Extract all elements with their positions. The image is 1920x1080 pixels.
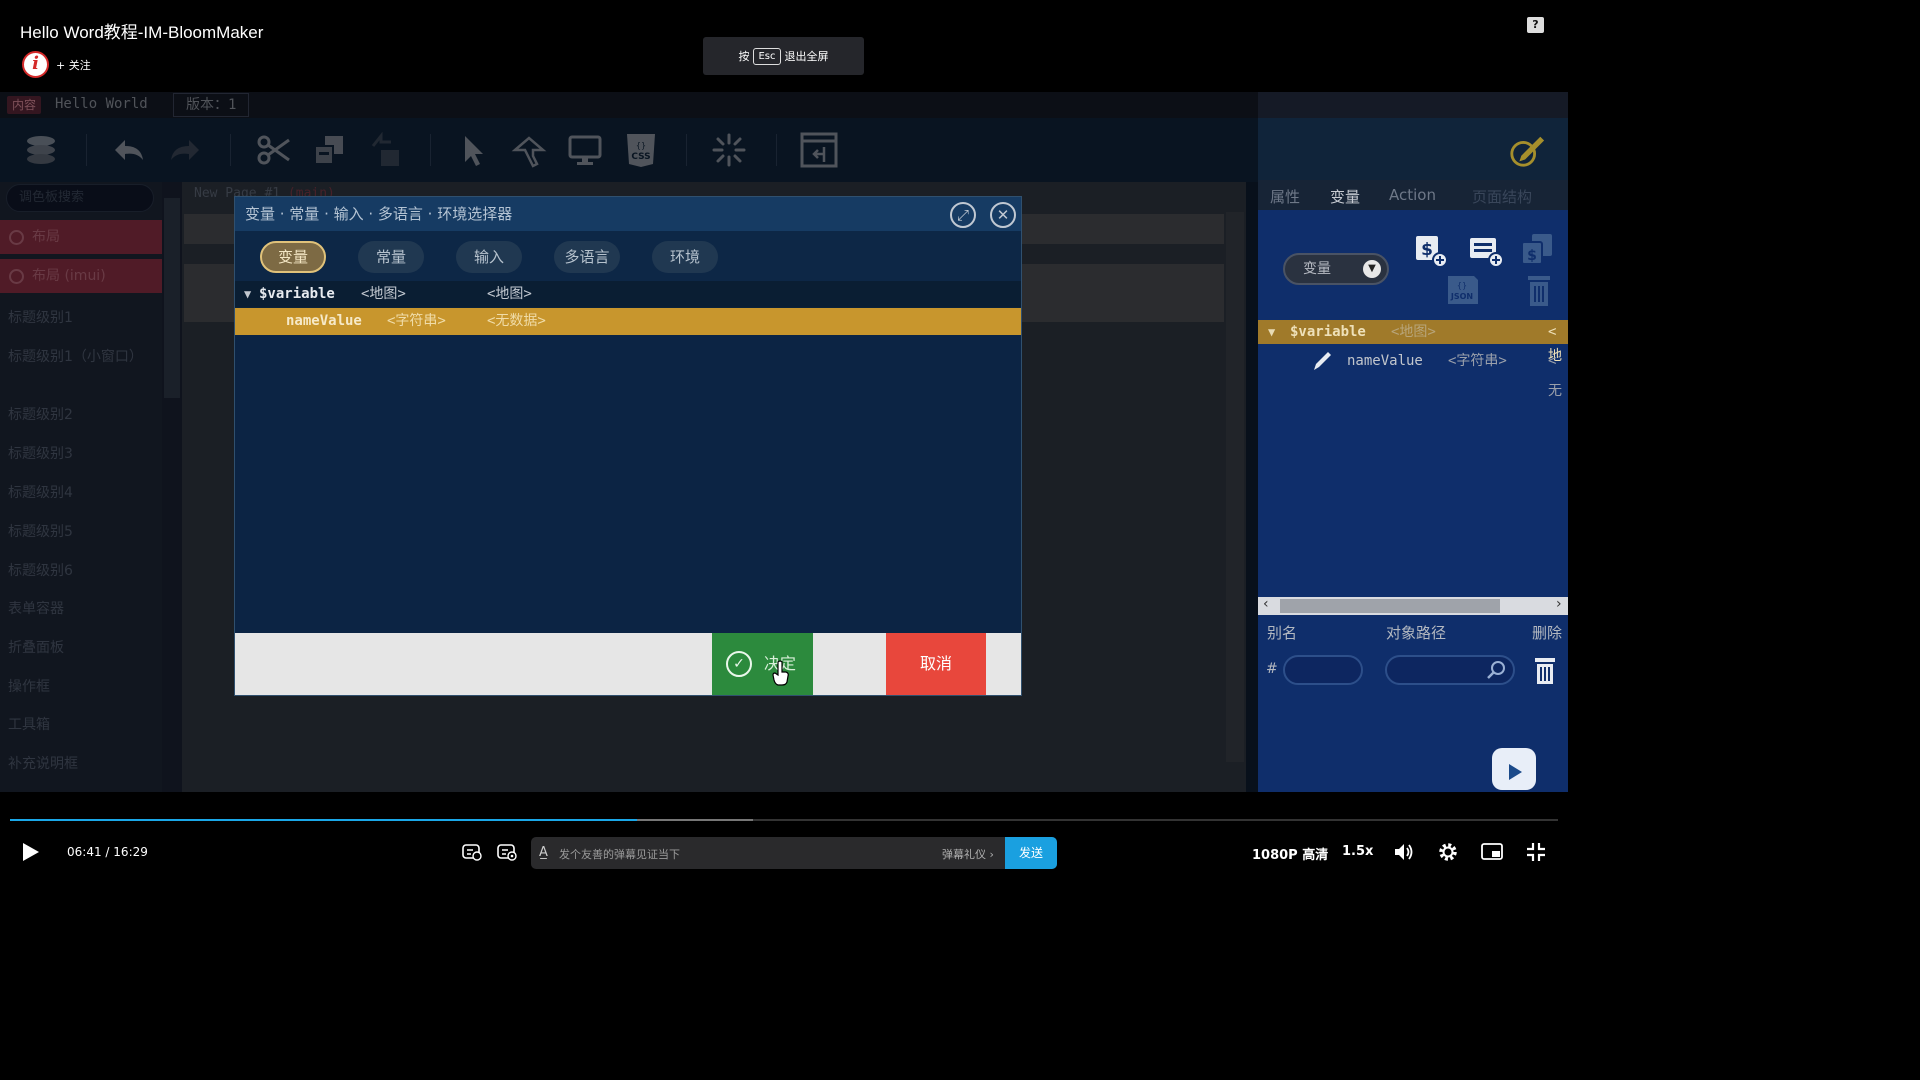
follow-button[interactable]: + 关注 (56, 57, 91, 73)
tab-input[interactable]: 输入 (456, 241, 522, 273)
esc-key: Esc (753, 47, 781, 65)
uploader-avatar[interactable]: i (22, 51, 49, 78)
delete-row-icon[interactable] (1532, 656, 1558, 686)
object-path-input[interactable] (1385, 655, 1515, 685)
tab-variables[interactable]: 变量 (1330, 186, 1360, 207)
dialog-title: 变量 · 常量 · 输入 · 多语言 · 环境选择器 ⤢ ✕ (235, 197, 1021, 231)
settings-gear-icon[interactable] (1437, 841, 1459, 863)
variable-tree-child[interactable]: nameValue <字符串> <无 (1258, 346, 1568, 399)
tab-constants[interactable]: 常量 (358, 241, 424, 273)
current-time: 06:41 (67, 845, 102, 859)
close-icon[interactable]: ✕ (990, 202, 1016, 228)
trash-icon[interactable] (1524, 274, 1558, 308)
tree-empty-area (235, 335, 1021, 633)
video-title: Hello Word教程-IM-BloomMaker (20, 23, 264, 42)
chevron-left-icon[interactable]: ‹ (1263, 596, 1269, 612)
search-icon[interactable] (1485, 659, 1505, 679)
danmaku-placeholder: 发个友善的弹幕见证当下 (559, 848, 680, 861)
volume-icon[interactable] (1393, 841, 1415, 863)
add-object-icon[interactable] (1468, 234, 1504, 268)
total-time: 16:29 (113, 845, 148, 859)
help-icon[interactable]: ? (1527, 17, 1544, 33)
svg-text:$: $ (1421, 240, 1433, 260)
tab-environment[interactable]: 环境 (652, 241, 718, 273)
play-icon[interactable] (22, 842, 40, 862)
triangle-down-icon: ▼ (244, 287, 252, 301)
chevron-right-icon[interactable]: › (1556, 596, 1562, 612)
tree-row[interactable]: ▼ $variable <地图> <地图> (235, 281, 1021, 307)
fullscreen-hint: 按 Esc 退出全屏 (703, 37, 864, 75)
screen: Hello Word教程-IM-BloomMaker i + 关注 内容 Hel… (0, 0, 1568, 882)
expand-icon[interactable]: ⤢ (950, 202, 976, 228)
variable-type-select[interactable]: 变量 ▼ (1283, 253, 1389, 285)
tree-row-selected[interactable]: nameValue <字符串> <无数据> (235, 308, 1021, 335)
panel-hscroll-thumb[interactable] (1280, 599, 1500, 613)
cancel-button[interactable]: 取消 (886, 633, 986, 695)
svg-text:$: $ (1527, 248, 1537, 264)
speed-selector[interactable]: 1.5x (1342, 844, 1373, 859)
pip-icon[interactable] (1481, 841, 1503, 863)
tab-page-structure[interactable]: 页面结构 (1472, 186, 1532, 207)
bilibili-tv-icon[interactable] (1492, 748, 1536, 790)
danmaku-etiquette-link[interactable]: 弹幕礼仪 › (942, 846, 994, 862)
hand-cursor-icon (772, 660, 790, 686)
triangle-down-icon: ▼ (1268, 325, 1276, 339)
hash-label: # (1266, 661, 1278, 677)
duplicate-variable-icon[interactable]: $ (1520, 232, 1554, 266)
danmaku-toggle-icon[interactable] (462, 843, 482, 861)
tab-action[interactable]: Action (1389, 186, 1436, 204)
time-display: 06:41 / 16:29 (67, 845, 148, 859)
progress-played (10, 819, 637, 821)
tab-variables[interactable]: 变量 (260, 241, 326, 273)
check-icon: ✓ (726, 651, 752, 677)
tab-properties[interactable]: 属性 (1270, 186, 1300, 207)
pen-icon[interactable] (1508, 132, 1546, 168)
alias-input[interactable] (1283, 655, 1363, 685)
exit-fullscreen-icon[interactable] (1525, 841, 1547, 863)
add-variable-icon[interactable]: $ (1414, 234, 1448, 268)
chevron-down-icon: ▼ (1363, 260, 1381, 278)
selector-dialog: 变量 · 常量 · 输入 · 多语言 · 环境选择器 ⤢ ✕ 变量 常量 输入 … (234, 196, 1022, 696)
danmaku-settings-icon[interactable] (497, 843, 517, 861)
svg-text:{}: {} (1457, 281, 1467, 290)
dialog-tabs: 变量 常量 输入 多语言 环境 (235, 231, 1021, 281)
quality-selector[interactable]: 1080P 高清 (1252, 844, 1328, 863)
right-panel-tabs: 属性 变量 Action 页面结构 (1258, 180, 1568, 210)
variable-tree-root[interactable]: ▼ $variable <地图> <地 (1258, 320, 1568, 364)
tab-i18n[interactable]: 多语言 (554, 241, 620, 273)
text-style-icon[interactable]: A̲ (539, 845, 548, 860)
json-icon[interactable]: {} JSON (1444, 274, 1478, 308)
svg-text:JSON: JSON (1450, 292, 1473, 301)
confirm-button[interactable]: ✓ 决定 (712, 633, 813, 695)
send-button[interactable]: 发送 (1005, 837, 1057, 869)
edit-pencil-icon[interactable] (1310, 350, 1332, 372)
